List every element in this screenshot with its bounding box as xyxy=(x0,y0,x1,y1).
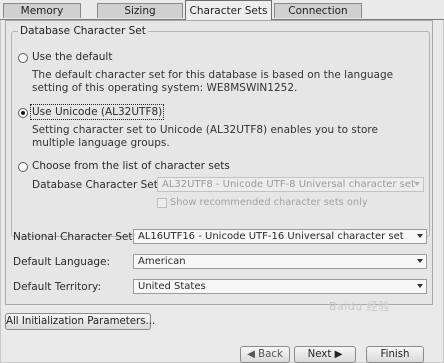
default-language-label: Default Language: xyxy=(13,256,111,268)
use-unicode-radio[interactable] xyxy=(18,108,28,118)
use-unicode-label[interactable]: Use Unicode (AL32UTF8) xyxy=(29,104,165,120)
tab-bar: Memory Sizing Character Sets Connection … xyxy=(0,0,444,32)
national-character-set-select[interactable]: AL16UTF16 - Unicode UTF-16 Universal cha… xyxy=(133,229,427,244)
back-label: Back xyxy=(258,349,283,360)
chevron-down-icon xyxy=(417,234,423,238)
tab-connection-mode[interactable]: Connection Mode xyxy=(274,3,362,32)
national-character-set-label: National Character Set: xyxy=(13,231,137,243)
use-default-description: The default character set for this datab… xyxy=(32,69,394,94)
next-label: Next xyxy=(307,349,332,360)
group-title: Database Character Set xyxy=(18,25,148,37)
tab-memory[interactable]: Memory xyxy=(3,3,81,18)
back-button[interactable]: ◀ Back xyxy=(240,346,290,363)
chevron-down-icon xyxy=(417,284,423,288)
database-character-set-select[interactable]: AL32UTF8 - Unicode UTF-8 Universal chara… xyxy=(157,177,424,192)
show-recommended-label: Show recommended character sets only xyxy=(170,197,368,208)
default-language-select[interactable]: American xyxy=(133,254,427,269)
choose-from-list-label[interactable]: Choose from the list of character sets xyxy=(32,160,230,172)
tab-sizing[interactable]: Sizing xyxy=(97,3,183,18)
use-unicode-description: Setting character set to Unicode (AL32UT… xyxy=(32,124,378,149)
national-character-set-value: AL16UTF16 - Unicode UTF-16 Universal cha… xyxy=(138,231,404,242)
choose-from-list-radio[interactable] xyxy=(18,162,28,172)
database-character-set-value: AL32UTF8 - Unicode UTF-8 Universal chara… xyxy=(162,179,415,190)
back-arrow-icon: ◀ xyxy=(247,349,259,360)
finish-button[interactable]: Finish xyxy=(366,346,424,363)
tab-character-sets[interactable]: Character Sets xyxy=(185,0,272,20)
database-character-set-label: Database Character Set: xyxy=(32,179,162,191)
character-sets-panel: Database Character Set Use the default T… xyxy=(5,20,433,305)
watermark-text: Baidu 经验 xyxy=(329,300,390,313)
use-default-label[interactable]: Use the default xyxy=(32,51,112,63)
use-default-radio[interactable] xyxy=(18,53,28,63)
database-character-set-group: Database Character Set Use the default T… xyxy=(11,25,430,237)
next-button[interactable]: Next ▶ xyxy=(294,346,356,363)
show-recommended-checkbox[interactable] xyxy=(157,198,167,208)
default-territory-label: Default Territory: xyxy=(13,281,102,293)
default-territory-select[interactable]: United States xyxy=(133,279,427,294)
all-initialization-parameters-button[interactable]: All Initialization Parameters... xyxy=(5,313,155,330)
next-arrow-icon: ▶ xyxy=(331,349,343,360)
default-territory-value: United States xyxy=(138,281,206,292)
chevron-down-icon xyxy=(417,259,423,263)
chevron-down-icon xyxy=(414,182,420,186)
default-language-value: American xyxy=(138,256,186,267)
